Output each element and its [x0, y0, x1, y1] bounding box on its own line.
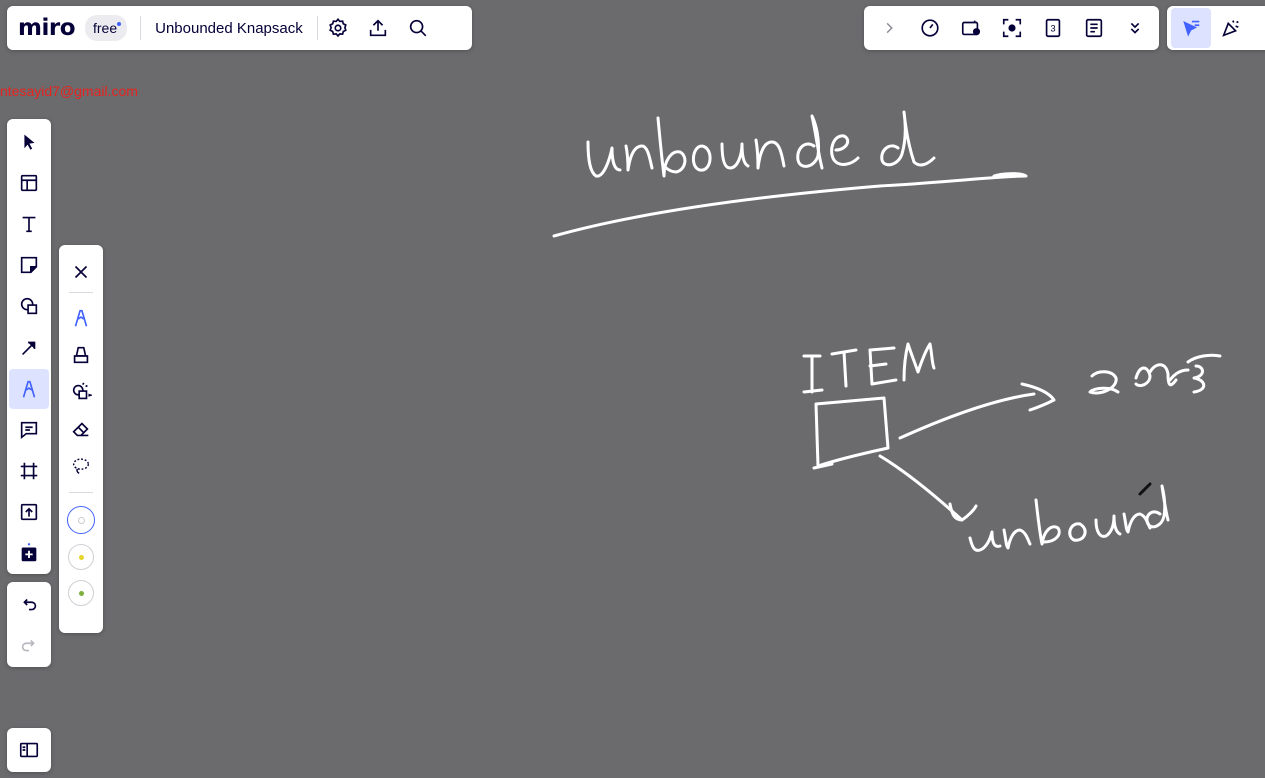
timer-icon[interactable] [909, 8, 950, 48]
presentation-cursor-icon[interactable] [1171, 8, 1211, 48]
upload-tool[interactable] [9, 492, 49, 532]
connector-tool[interactable] [9, 328, 49, 368]
whiteboard-canvas[interactable] [0, 0, 1265, 778]
pen-options-panel [59, 245, 103, 633]
upload-icon[interactable] [358, 8, 398, 48]
text-icon [22, 216, 36, 233]
divider [140, 16, 142, 40]
divider [69, 292, 93, 293]
yellow-dot [78, 554, 84, 560]
board-title[interactable]: Unbounded Knapsack [155, 20, 303, 37]
arrow-right [898, 392, 1036, 440]
sticky-note-tool[interactable] [9, 245, 49, 285]
green-dot [78, 590, 84, 596]
plan-badge[interactable]: free [85, 15, 128, 41]
counter-icon[interactable]: 3 [1032, 8, 1073, 48]
svg-text:3: 3 [1050, 24, 1055, 34]
chevron-right-icon[interactable] [868, 8, 909, 48]
pen-cursor [1138, 482, 1152, 496]
handwriting-unbounded[interactable] [586, 110, 936, 178]
eraser-icon[interactable] [61, 411, 101, 447]
add-apps-tool[interactable] [9, 534, 49, 574]
plan-badge-label: free [93, 20, 118, 36]
cursor-icon [24, 134, 35, 150]
history-toolbar [7, 582, 51, 667]
pen-tool[interactable] [9, 368, 49, 409]
collaboration-toolbar [1167, 6, 1265, 50]
more-chevron-icon[interactable] [1114, 8, 1155, 48]
top-board-bar: miro free Unbounded Knapsack [7, 6, 472, 50]
comment-tool[interactable] [9, 410, 49, 450]
notification-dot [117, 22, 122, 26]
comment-icon [20, 421, 38, 439]
handwriting-item[interactable] [802, 342, 936, 394]
shapes-tool[interactable] [9, 287, 49, 327]
search-icon[interactable] [398, 8, 438, 48]
item-box [814, 396, 890, 468]
sidebar-toggle-button[interactable] [7, 728, 51, 772]
frame-tool[interactable] [9, 451, 49, 491]
redo-icon[interactable] [9, 626, 49, 666]
close-icon[interactable] [61, 254, 101, 290]
template-icon [20, 174, 38, 191]
color-swatch-white[interactable] [67, 506, 95, 534]
celebrate-icon[interactable] [1211, 8, 1251, 48]
select-tool[interactable] [9, 122, 49, 162]
text-tool[interactable] [9, 204, 49, 244]
sidebar-icon [19, 742, 39, 758]
shapes-icon [20, 298, 38, 315]
handwriting-quantity[interactable] [1088, 353, 1222, 395]
lasso-icon[interactable] [61, 448, 101, 484]
arrow-line-icon [21, 341, 36, 355]
pen-icon[interactable] [61, 300, 101, 336]
color-swatch-green[interactable] [68, 580, 94, 606]
divider [69, 492, 93, 493]
templates-tool[interactable] [9, 163, 49, 203]
user-email-label: ntesayid7@gmail.com [0, 83, 138, 99]
highlighter-icon[interactable] [61, 337, 101, 373]
miro-logo[interactable]: miro [18, 15, 76, 41]
notes-icon[interactable] [1073, 8, 1114, 48]
white-dot [77, 516, 85, 524]
sticky-note-icon [20, 256, 38, 274]
pen-icon [22, 380, 36, 398]
color-swatch-yellow[interactable] [68, 544, 94, 570]
upload-icon [20, 504, 38, 521]
handwriting-unbound[interactable] [968, 484, 1170, 552]
top-right-toolbar: 3 [864, 6, 1159, 50]
underline-stroke [552, 172, 1028, 238]
plus-square-icon [21, 543, 37, 562]
creation-toolbar [7, 119, 51, 574]
arrow-down [878, 454, 964, 522]
frame-icon [20, 462, 38, 480]
settings-icon[interactable] [318, 8, 358, 48]
screen-share-icon[interactable] [950, 8, 991, 48]
focus-icon[interactable] [991, 8, 1032, 48]
undo-icon[interactable] [9, 585, 49, 625]
shape-recognition-icon[interactable] [61, 374, 101, 410]
